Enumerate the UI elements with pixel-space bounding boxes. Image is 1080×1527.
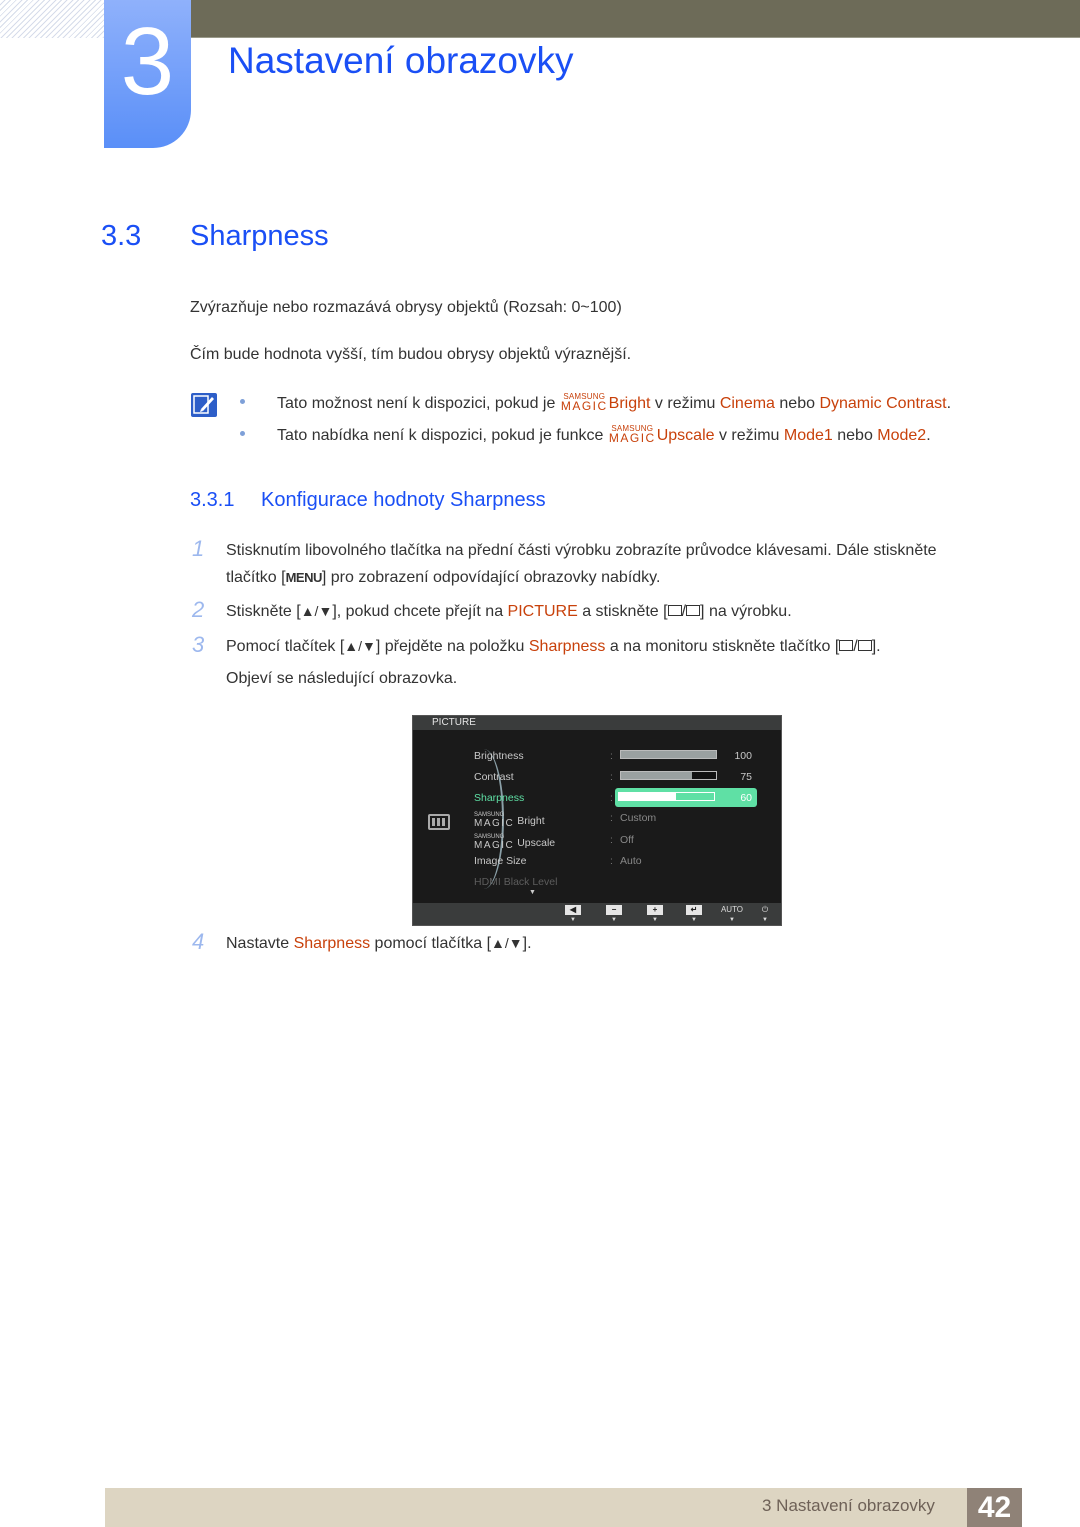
source-icon bbox=[667, 605, 682, 617]
feature-name: Upscale bbox=[656, 427, 715, 444]
sharpness-bar bbox=[618, 792, 715, 801]
power-button: ⏻ ▼ bbox=[757, 905, 773, 923]
auto-label: AUTO bbox=[720, 905, 744, 914]
osd-row-magic-upscale: SAMSUNG MAGIC Upscale : Off bbox=[474, 834, 634, 851]
chapter-title: Nastavení obrazovky bbox=[228, 40, 574, 81]
description-paragraph: Čím bude hodnota vyšší, tím budou obrysy… bbox=[190, 346, 632, 363]
note-item: Tato možnost není k dispozici, pokud je … bbox=[240, 393, 951, 413]
osd-button-bar: ◀ ▼ − ▼ + ▼ ↵ ▼ AUTO ▼ ⏻ ▼ bbox=[413, 903, 781, 925]
menu-item-name: Sharpness bbox=[528, 638, 606, 655]
step-number: 1 bbox=[192, 536, 205, 561]
subsection-number: 3.3.1 bbox=[190, 489, 235, 511]
note-item: Tato nabídka není k dispozici, pokud je … bbox=[240, 425, 931, 445]
mode-name: Mode2 bbox=[877, 427, 927, 444]
step-text: Objeví se následující obrazovka. bbox=[226, 670, 458, 687]
step-number: 2 bbox=[192, 597, 205, 622]
bullet-icon bbox=[240, 399, 245, 405]
note-text: Tato možnost není k dispozici, pokud je bbox=[277, 395, 560, 412]
subsection-title: Konfigurace hodnoty Sharpness bbox=[261, 489, 546, 511]
osd-header: PICTURE bbox=[413, 716, 781, 730]
page-number: 42 bbox=[967, 1488, 1022, 1527]
note-text: Tato nabídka není k dispozici, pokud je … bbox=[277, 427, 608, 444]
left-icon: ◀ bbox=[565, 905, 581, 915]
plus-icon: + bbox=[647, 905, 663, 915]
section-number: 3.3 bbox=[101, 220, 142, 252]
auto-button: AUTO ▼ bbox=[720, 905, 744, 923]
footer-chapter-label: 3 Nastavení obrazovky bbox=[762, 1496, 935, 1515]
mode-name: Mode1 bbox=[783, 427, 833, 444]
up-down-arrow-icon: ▲/▼ bbox=[344, 638, 376, 654]
chapter-tab: 3 bbox=[104, 0, 191, 148]
brightness-bar bbox=[620, 750, 717, 759]
bullet-icon bbox=[240, 431, 245, 437]
osd-row-image-size: Image Size: Auto bbox=[474, 855, 642, 867]
menu-item-name: Sharpness bbox=[293, 935, 371, 952]
menu-name: PICTURE bbox=[507, 603, 578, 620]
enter-icon bbox=[686, 605, 701, 617]
osd-row-brightness: Brightness: 100 bbox=[474, 750, 752, 762]
up-down-arrow-icon: ▲/▼ bbox=[300, 603, 333, 619]
step-text: Stiskněte [▲/▼], pokud chcete přejít na … bbox=[226, 603, 792, 620]
osd-row-sharpness: Sharpness: 60 bbox=[474, 788, 774, 807]
osd-row-hdmi-black-level: HDMI Black Level bbox=[474, 876, 558, 888]
header-hatch-decoration bbox=[0, 0, 104, 38]
picture-menu-icon bbox=[428, 814, 450, 830]
source-icon bbox=[839, 640, 854, 652]
osd-row-contrast: Contrast: 75 bbox=[474, 771, 752, 783]
samsung-magic-logo: SAMSUNG MAGIC bbox=[474, 834, 515, 851]
step-text: Stisknutím libovolného tlačítka na předn… bbox=[226, 542, 937, 559]
step-text: Nastavte Sharpness pomocí tlačítka [▲/▼]… bbox=[226, 935, 532, 952]
step-number: 3 bbox=[192, 632, 205, 657]
header-bar bbox=[190, 0, 1080, 38]
scroll-down-icon: ▼ bbox=[529, 889, 536, 896]
minus-icon: − bbox=[606, 905, 622, 915]
samsung-magic-logo: SAMSUNG MAGIC bbox=[608, 424, 656, 445]
section-title: Sharpness bbox=[190, 220, 329, 252]
osd-row-magic-bright: SAMSUNG MAGIC Bright : Custom bbox=[474, 812, 657, 829]
plus-button: + ▼ bbox=[647, 905, 663, 923]
mode-name: Cinema bbox=[719, 395, 775, 412]
power-icon: ⏻ bbox=[761, 905, 769, 914]
enter-button: ↵ ▼ bbox=[686, 905, 702, 923]
note-pencil-icon bbox=[191, 393, 217, 417]
up-down-arrow-icon: ▲/▼ bbox=[491, 935, 523, 951]
mode-name: Dynamic Contrast bbox=[819, 395, 947, 412]
osd-screen: PICTURE Brightness: 100 Contrast: 75 Sha… bbox=[412, 715, 782, 926]
enter-icon: ↵ bbox=[686, 905, 702, 915]
menu-key-icon: MENU bbox=[285, 570, 323, 585]
description-paragraph: Zvýrazňuje nebo rozmazává obrysy objektů… bbox=[190, 299, 622, 316]
minus-button: − ▼ bbox=[606, 905, 622, 923]
enter-icon bbox=[857, 640, 872, 652]
feature-name: Bright bbox=[608, 395, 651, 412]
step-text: Pomocí tlačítek [▲/▼] přejděte na položk… bbox=[226, 638, 881, 655]
left-button: ◀ ▼ bbox=[565, 905, 581, 923]
samsung-magic-logo: SAMSUNG MAGIC bbox=[560, 392, 608, 413]
step-text: tlačítko [MENU] pro zobrazení odpovídají… bbox=[226, 569, 661, 586]
osd-title: PICTURE bbox=[432, 717, 476, 728]
step-number: 4 bbox=[192, 929, 205, 954]
contrast-bar bbox=[620, 771, 717, 780]
samsung-magic-logo: SAMSUNG MAGIC bbox=[474, 812, 515, 829]
chapter-number: 3 bbox=[120, 8, 175, 115]
